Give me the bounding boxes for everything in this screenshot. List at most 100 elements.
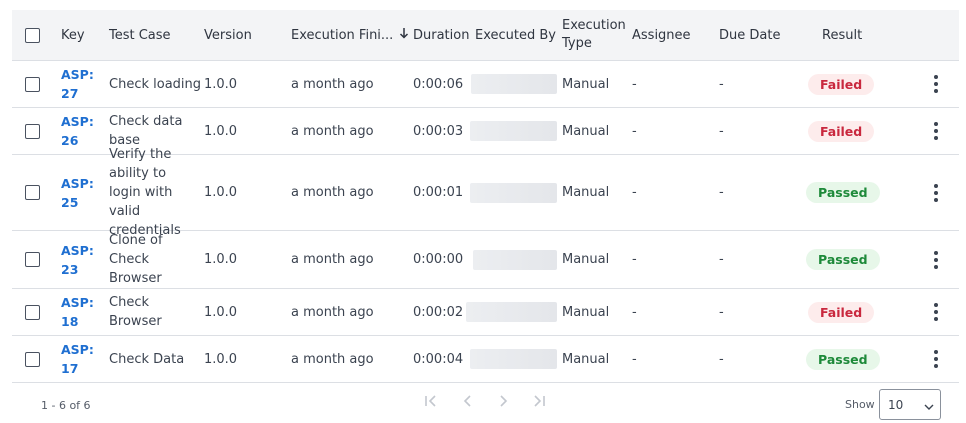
row-checkbox[interactable] — [25, 76, 40, 92]
table-header: Key Test Case Version Execution Fini... … — [12, 10, 959, 61]
execution-finished: a month ago — [291, 304, 374, 320]
row-actions-icon[interactable] — [934, 183, 938, 202]
header-duration[interactable]: Duration — [413, 10, 469, 60]
duration: 0:00:03 — [413, 123, 464, 139]
executed-by-redacted — [471, 74, 557, 94]
select-all-checkbox[interactable] — [25, 27, 40, 43]
execution-type: Manual — [562, 123, 610, 139]
table-row[interactable]: ASP:23 Clone of Check Browser 1.0.0 a mo… — [12, 231, 959, 289]
test-case-name: Verify the ability to login with valid c… — [109, 147, 181, 238]
test-case-name: Check Browser — [109, 295, 162, 329]
header-version[interactable]: Version — [204, 10, 252, 60]
row-checkbox[interactable] — [25, 123, 40, 139]
row-actions-icon[interactable] — [934, 350, 938, 368]
assignee: - — [632, 351, 637, 367]
version: 1.0.0 — [204, 304, 238, 320]
header-test-case[interactable]: Test Case — [109, 10, 171, 60]
row-checkbox[interactable] — [25, 252, 40, 267]
executed-by-redacted — [466, 302, 557, 322]
show-label: Show — [845, 398, 875, 411]
result-badge: Failed — [808, 120, 875, 142]
due-date: - — [719, 252, 724, 267]
version: 1.0.0 — [204, 123, 238, 139]
result-badge: Failed — [808, 301, 875, 323]
chevron-down-icon — [924, 400, 934, 414]
test-executions-table: Key Test Case Version Execution Fini... … — [12, 10, 959, 383]
row-actions-icon[interactable] — [934, 303, 938, 321]
test-case-key-link[interactable]: ASP:26 — [61, 112, 99, 150]
table-footer: 1 - 6 of 6 — [0, 380, 966, 423]
header-due-date[interactable]: Due Date — [719, 10, 780, 60]
test-case-key-link[interactable]: ASP:23 — [61, 241, 99, 279]
duration: 0:00:01 — [413, 185, 464, 200]
header-execution-type[interactable]: Execution Type — [562, 10, 628, 60]
result-badge: Passed — [806, 182, 880, 203]
due-date: - — [719, 304, 724, 320]
executed-by-redacted — [473, 249, 557, 270]
row-actions-icon[interactable] — [934, 122, 938, 140]
test-case-name: Check Data — [109, 351, 185, 367]
due-date: - — [719, 76, 724, 92]
header-execution-finished[interactable]: Execution Fini... — [291, 10, 409, 60]
previous-page-icon[interactable] — [462, 395, 472, 411]
duration: 0:00:02 — [413, 304, 464, 320]
header-key[interactable]: Key — [61, 10, 85, 60]
execution-finished: a month ago — [291, 76, 374, 92]
table-row[interactable]: ASP:27 Check loading 1.0.0 a month ago 0… — [12, 61, 959, 108]
result-badge: Failed — [808, 73, 875, 95]
test-case-key-link[interactable]: ASP:17 — [61, 340, 99, 378]
assignee: - — [632, 304, 637, 320]
pagination-range: 1 - 6 of 6 — [41, 399, 91, 412]
header-result[interactable]: Result — [822, 10, 862, 60]
execution-finished: a month ago — [291, 351, 374, 367]
result-badge: Passed — [806, 348, 880, 370]
execution-type: Manual — [562, 351, 610, 367]
executed-by-redacted — [470, 182, 557, 203]
first-page-icon[interactable] — [424, 395, 438, 411]
execution-type: Manual — [562, 252, 610, 267]
result-badge: Passed — [806, 249, 880, 270]
table-row[interactable]: ASP:25 Verify the ability to login with … — [12, 147, 959, 238]
execution-type: Manual — [562, 185, 610, 200]
execution-type: Manual — [562, 76, 610, 92]
execution-finished: a month ago — [291, 252, 374, 267]
row-checkbox[interactable] — [25, 185, 40, 200]
table-row[interactable]: ASP:17 Check Data 1.0.0 a month ago 0:00… — [12, 336, 959, 383]
executed-by-redacted — [470, 349, 557, 369]
row-checkbox[interactable] — [25, 351, 40, 367]
version: 1.0.0 — [204, 76, 238, 92]
assignee: - — [632, 123, 637, 139]
row-actions-icon[interactable] — [934, 75, 938, 93]
test-case-key-link[interactable]: ASP:27 — [61, 65, 99, 103]
version: 1.0.0 — [204, 185, 238, 200]
execution-finished: a month ago — [291, 185, 374, 200]
duration: 0:00:00 — [413, 252, 464, 267]
assignee: - — [632, 252, 637, 267]
next-page-icon[interactable] — [499, 395, 509, 411]
duration: 0:00:06 — [413, 76, 464, 92]
test-case-key-link[interactable]: ASP:18 — [61, 293, 99, 331]
due-date: - — [719, 351, 724, 367]
table-row[interactable]: ASP:18 Check Browser 1.0.0 a month ago 0… — [12, 289, 959, 336]
version: 1.0.0 — [204, 351, 238, 367]
executed-by-redacted — [470, 121, 557, 141]
assignee: - — [632, 76, 637, 92]
last-page-icon[interactable] — [532, 395, 546, 411]
header-executed-by[interactable]: Executed By — [475, 10, 556, 60]
due-date: - — [719, 185, 724, 200]
version: 1.0.0 — [204, 252, 238, 267]
assignee: - — [632, 185, 637, 200]
test-case-key-link[interactable]: ASP:25 — [61, 174, 99, 212]
header-execution-finished-label: Execution Fini... — [291, 27, 394, 43]
sort-descending-icon[interactable] — [399, 27, 409, 43]
execution-finished: a month ago — [291, 123, 374, 139]
page-size-value: 10 — [888, 397, 904, 412]
due-date: - — [719, 123, 724, 139]
header-assignee[interactable]: Assignee — [632, 10, 691, 60]
execution-type: Manual — [562, 304, 610, 320]
page-size-select[interactable]: 10 — [879, 389, 941, 420]
row-checkbox[interactable] — [25, 304, 40, 320]
duration: 0:00:04 — [413, 351, 464, 367]
test-case-name: Check loading — [109, 76, 202, 92]
row-actions-icon[interactable] — [934, 250, 938, 269]
